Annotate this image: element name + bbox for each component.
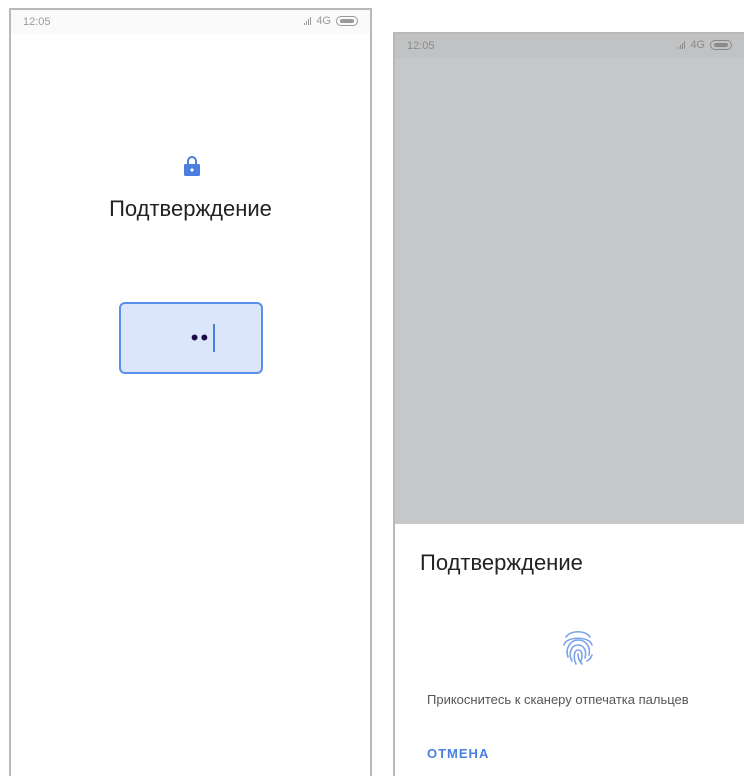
dialog-hint: Прикоснитесь к сканеру отпечатка пальцев (427, 692, 689, 707)
text-cursor (213, 324, 216, 352)
battery-icon (710, 40, 732, 50)
fingerprint-dialog: Подтверждение Прикоснитесь к сканеру отп… (395, 524, 744, 776)
status-bar: 12:05 4G (11, 10, 370, 34)
signal-icon (678, 41, 686, 49)
pin-confirmation-screen: 12:05 4G Подтверждение •• (9, 8, 372, 776)
status-time: 12:05 (407, 40, 435, 52)
status-indicators: 4G (678, 39, 732, 51)
dimmed-background[interactable] (395, 34, 744, 524)
network-type: 4G (316, 15, 331, 27)
dialog-title: Подтверждение (420, 550, 583, 575)
status-time: 12:05 (23, 16, 51, 28)
fingerprint-confirmation-screen: 12:05 4G Подтверждение Прикоснитесь к ск… (393, 32, 744, 776)
lock-icon (184, 156, 200, 176)
cancel-button[interactable]: ОТМЕНА (427, 746, 489, 761)
pin-input[interactable]: •• (119, 302, 263, 374)
battery-icon (336, 16, 358, 26)
status-bar: 12:05 4G (395, 34, 744, 58)
signal-icon (304, 17, 312, 25)
page-title: Подтверждение (109, 196, 272, 221)
status-indicators: 4G (304, 15, 358, 27)
pin-masked-value: •• (190, 325, 211, 350)
fingerprint-icon (563, 630, 593, 665)
network-type: 4G (690, 39, 705, 51)
